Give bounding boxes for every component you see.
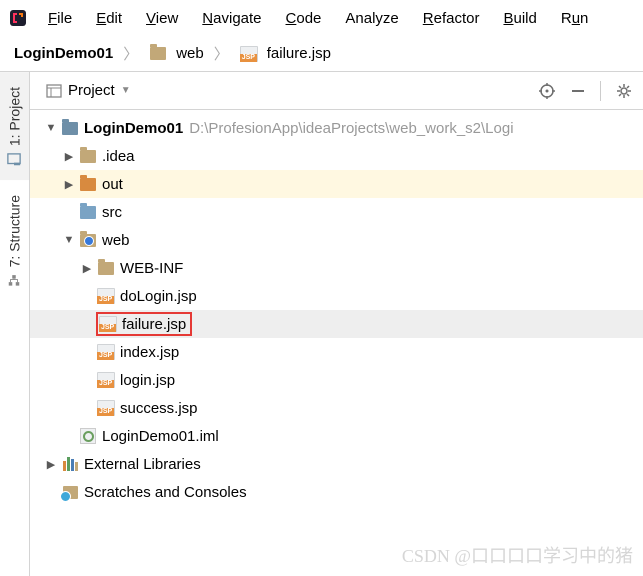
- menu-refactor[interactable]: Refactor: [413, 6, 490, 31]
- scratches-icon: [60, 483, 80, 501]
- tree-node-dologin[interactable]: ▶ doLogin.jsp: [30, 282, 643, 310]
- menu-edit[interactable]: Edit: [86, 6, 132, 31]
- locate-icon[interactable]: [538, 82, 556, 100]
- app-icon: [8, 8, 28, 28]
- source-folder-icon: [78, 203, 98, 221]
- tree-node-iml[interactable]: ▶ LoginDemo01.iml: [30, 422, 643, 450]
- tree-node-out[interactable]: ▶ out: [30, 170, 643, 198]
- menu-view[interactable]: View: [136, 6, 188, 31]
- panel-header: Project ▼: [30, 72, 643, 110]
- highlight-box: failure.jsp: [96, 312, 192, 336]
- chevron-right-icon: 〉: [123, 43, 138, 64]
- chevron-down-icon: ▼: [121, 85, 131, 96]
- menu-navigate[interactable]: Navigate: [192, 6, 271, 31]
- expand-toggle-icon[interactable]: ▶: [42, 458, 60, 471]
- jsp-file-icon: [96, 343, 116, 361]
- tree-node-src[interactable]: ▶ src: [30, 198, 643, 226]
- tree-node-scratches[interactable]: ▶ Scratches and Consoles: [30, 478, 643, 506]
- tree-node-index[interactable]: ▶ index.jsp: [30, 338, 643, 366]
- divider: [600, 81, 601, 101]
- project-tab-icon: [8, 152, 22, 166]
- tree-node-web[interactable]: ▼ web: [30, 226, 643, 254]
- jsp-file-icon: [96, 399, 116, 417]
- breadcrumb: LoginDemo01 〉 web 〉 failure.jsp: [0, 36, 643, 72]
- menu-build[interactable]: Build: [493, 6, 546, 31]
- project-pane-icon: [46, 83, 62, 99]
- folder-excluded-icon: [78, 175, 98, 193]
- side-tab-project[interactable]: 1: Project: [0, 72, 29, 180]
- menu-file[interactable]: File: [38, 6, 82, 31]
- project-view-selector[interactable]: Project ▼: [40, 78, 137, 103]
- folder-icon: [78, 147, 98, 165]
- library-icon: [60, 455, 80, 473]
- left-gutter-tabs: 1: Project 7: Structure: [0, 72, 30, 576]
- tree-node-login[interactable]: ▶ login.jsp: [30, 366, 643, 394]
- collapse-all-icon[interactable]: [570, 83, 586, 99]
- side-tab-structure[interactable]: 7: Structure: [0, 180, 29, 301]
- tree-node-root[interactable]: ▼ LoginDemo01 D:\ProfesionApp\ideaProjec…: [30, 114, 643, 142]
- expand-toggle-icon[interactable]: ▶: [60, 150, 78, 163]
- menu-analyze[interactable]: Analyze: [335, 6, 408, 31]
- breadcrumb-folder[interactable]: web: [144, 43, 208, 65]
- tree-node-failure[interactable]: ▶ failure.jsp: [30, 310, 643, 338]
- expand-toggle-icon[interactable]: ▶: [78, 262, 96, 275]
- gear-icon[interactable]: [615, 82, 633, 100]
- jsp-file-icon: [98, 315, 118, 333]
- chevron-right-icon: 〉: [214, 43, 229, 64]
- module-icon: [60, 119, 80, 137]
- folder-icon: [148, 45, 168, 63]
- jsp-file-icon: [96, 371, 116, 389]
- folder-icon: [96, 259, 116, 277]
- jsp-file-icon: [239, 45, 259, 63]
- breadcrumb-root[interactable]: LoginDemo01: [10, 43, 117, 64]
- breadcrumb-file[interactable]: failure.jsp: [235, 43, 335, 65]
- jsp-file-icon: [96, 287, 116, 305]
- tree-node-webinf[interactable]: ▶ WEB-INF: [30, 254, 643, 282]
- tree-node-external-libraries[interactable]: ▶ External Libraries: [30, 450, 643, 478]
- expand-toggle-icon[interactable]: ▼: [42, 122, 60, 134]
- iml-file-icon: [78, 427, 98, 445]
- tree-node-idea[interactable]: ▶ .idea: [30, 142, 643, 170]
- expand-toggle-icon[interactable]: ▶: [60, 178, 78, 191]
- tree-node-success[interactable]: ▶ success.jsp: [30, 394, 643, 422]
- menu-run[interactable]: Run: [551, 6, 599, 31]
- project-tool-window: Project ▼ ▼ LoginDe: [30, 72, 643, 576]
- menu-bar: File Edit View Navigate Code Analyze Ref…: [0, 0, 643, 36]
- web-folder-icon: [78, 231, 98, 249]
- structure-tab-icon: [8, 274, 22, 288]
- project-tree[interactable]: ▼ LoginDemo01 D:\ProfesionApp\ideaProjec…: [30, 110, 643, 576]
- expand-toggle-icon[interactable]: ▼: [60, 234, 78, 246]
- menu-code[interactable]: Code: [276, 6, 332, 31]
